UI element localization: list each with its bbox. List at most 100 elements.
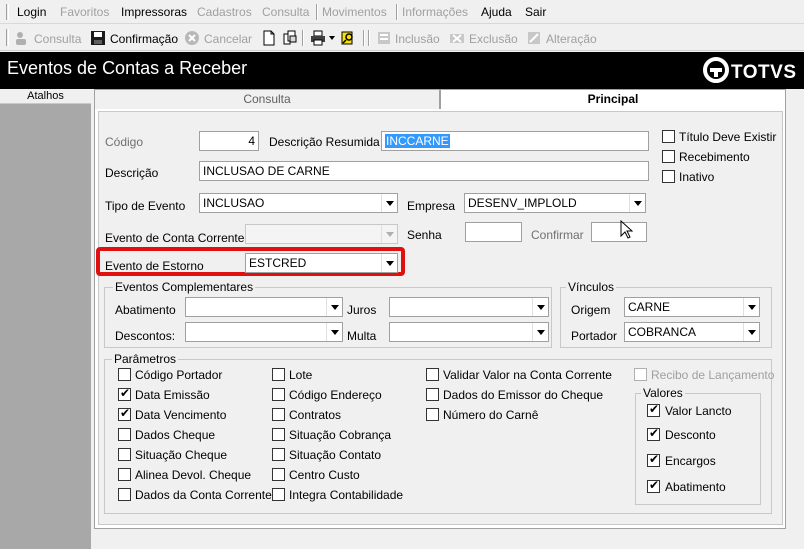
menu-consulta[interactable]: Consulta <box>262 5 309 19</box>
consulta-icon <box>16 32 26 45</box>
chevron-down-icon[interactable] <box>329 36 335 40</box>
juros-select[interactable] <box>389 297 549 317</box>
parametro-checkbox[interactable] <box>118 448 131 461</box>
toolbar-separator <box>363 30 365 46</box>
tipo-evento-label: Tipo de Evento <box>105 199 186 213</box>
confirmar-field[interactable] <box>591 222 647 242</box>
valor-label: Abatimento <box>665 480 726 494</box>
toolbar-grip <box>6 29 9 46</box>
exclusao-button[interactable]: Exclusão <box>469 32 518 46</box>
descricao-resumida-field[interactable]: INCCARNE <box>381 131 649 151</box>
menu-movimentos[interactable]: Movimentos <box>322 5 387 19</box>
chevron-down-icon[interactable] <box>381 254 397 272</box>
chevron-down-icon[interactable] <box>381 225 397 243</box>
menu-login[interactable]: Login <box>17 5 46 19</box>
origem-select[interactable]: CARNE <box>624 297 760 317</box>
chevron-down-icon[interactable] <box>743 298 759 316</box>
descricao-field[interactable]: INCLUSAO DE CARNE <box>199 161 649 181</box>
sidebar-header[interactable]: Atalhos <box>0 89 91 104</box>
parametro-checkbox[interactable] <box>272 368 285 381</box>
abatimento-select[interactable] <box>185 297 343 317</box>
parametro-checkbox[interactable] <box>118 368 131 381</box>
chevron-down-icon[interactable] <box>629 194 645 212</box>
menu-informacoes[interactable]: Informações <box>402 5 468 19</box>
parametro-checkbox[interactable] <box>426 368 439 381</box>
chevron-down-icon[interactable] <box>532 298 548 316</box>
parametro-label: Código Endereço <box>289 388 382 402</box>
empresa-value: DESENV_IMPLOLD <box>468 196 577 210</box>
parametro-label: Contratos <box>289 408 342 422</box>
inclusao-icon <box>378 32 390 44</box>
recebimento-checkbox[interactable] <box>662 150 675 163</box>
copy-document-icon[interactable] <box>282 30 298 46</box>
mouse-cursor-icon <box>620 220 633 239</box>
menu-impressoras[interactable]: Impressoras <box>121 5 187 19</box>
recibo-lancamento-checkbox[interactable] <box>634 368 647 381</box>
alteracao-icon <box>528 32 540 44</box>
menu-ajuda[interactable]: Ajuda <box>481 5 512 19</box>
valor-checkbox[interactable]: ✔ <box>647 402 660 417</box>
parametro-label: Situação Cheque <box>135 448 228 462</box>
valor-checkbox[interactable]: ✔ <box>647 478 660 493</box>
parametro-label: Número do Carnê <box>443 408 539 422</box>
evento-estorno-select[interactable]: ESTCRED <box>245 253 398 273</box>
parametro-checkbox[interactable] <box>272 428 285 441</box>
check-icon: ✔ <box>649 402 660 416</box>
valor-label: Desconto <box>665 428 716 442</box>
parametro-checkbox[interactable] <box>426 408 439 421</box>
menu-cadastros[interactable]: Cadastros <box>197 5 252 19</box>
valor-label: Encargos <box>665 454 716 468</box>
consulta-button[interactable]: Consulta <box>34 32 81 46</box>
titulo-deve-existir-label: Título Deve Existir <box>679 130 777 144</box>
portador-value: COBRANCA <box>628 325 697 339</box>
logo-text: TOTVS <box>731 62 797 83</box>
menu-sair[interactable]: Sair <box>525 5 546 19</box>
confirmacao-button[interactable]: Confirmação <box>110 32 178 46</box>
alteracao-button[interactable]: Alteração <box>546 32 597 46</box>
search-icon[interactable] <box>340 30 356 46</box>
portador-label: Portador <box>571 329 618 343</box>
parametro-checkbox[interactable] <box>272 408 285 421</box>
menu-favoritos[interactable]: Favoritos <box>60 5 109 19</box>
menu-bar: Login Favoritos Impressoras Cadastros Co… <box>0 0 804 24</box>
chevron-down-icon[interactable] <box>532 323 548 341</box>
descricao-resumida-label: Descrição Resumida <box>269 135 380 149</box>
senha-field[interactable] <box>465 222 522 242</box>
inativo-checkbox[interactable] <box>662 170 675 183</box>
tab-consulta[interactable]: Consulta <box>94 89 440 109</box>
printer-icon[interactable] <box>310 30 326 46</box>
multa-label: Multa <box>347 329 377 343</box>
parametro-checkbox[interactable] <box>426 388 439 401</box>
parametro-checkbox[interactable] <box>118 428 131 441</box>
chevron-down-icon[interactable] <box>381 194 397 212</box>
parametro-checkbox[interactable] <box>118 488 131 501</box>
cancelar-button[interactable]: Cancelar <box>204 32 252 46</box>
codigo-field[interactable]: 4 <box>199 131 259 151</box>
parametro-checkbox[interactable] <box>118 468 131 481</box>
origem-value: CARNE <box>628 300 671 314</box>
empresa-select[interactable]: DESENV_IMPLOLD <box>464 193 646 213</box>
chevron-down-icon[interactable] <box>326 298 342 316</box>
titulo-deve-existir-checkbox[interactable] <box>662 130 675 143</box>
parametro-checkbox[interactable] <box>272 388 285 401</box>
tipo-evento-select[interactable]: INCLUSAO <box>199 193 398 213</box>
valor-checkbox[interactable]: ✔ <box>647 452 660 467</box>
new-document-icon[interactable] <box>261 30 277 46</box>
portador-select[interactable]: COBRANCA <box>624 322 760 342</box>
parametro-checkbox[interactable] <box>272 468 285 481</box>
multa-select[interactable] <box>389 322 549 342</box>
valor-checkbox[interactable]: ✔ <box>647 426 660 441</box>
evento-conta-corrente-select[interactable] <box>245 224 398 244</box>
parametro-checkbox[interactable]: ✔ <box>118 406 131 421</box>
inclusao-button[interactable]: Inclusão <box>395 32 440 46</box>
descontos-select[interactable] <box>185 322 343 342</box>
chevron-down-icon[interactable] <box>326 323 342 341</box>
chevron-down-icon[interactable] <box>743 323 759 341</box>
tab-principal[interactable]: Principal <box>440 89 786 109</box>
parametro-checkbox[interactable] <box>272 488 285 501</box>
save-icon <box>91 31 105 45</box>
parametro-checkbox[interactable]: ✔ <box>118 386 131 401</box>
parametro-checkbox[interactable] <box>272 448 285 461</box>
totvs-logo-icon <box>703 57 729 83</box>
parametro-label: Validar Valor na Conta Corrente <box>443 368 612 382</box>
